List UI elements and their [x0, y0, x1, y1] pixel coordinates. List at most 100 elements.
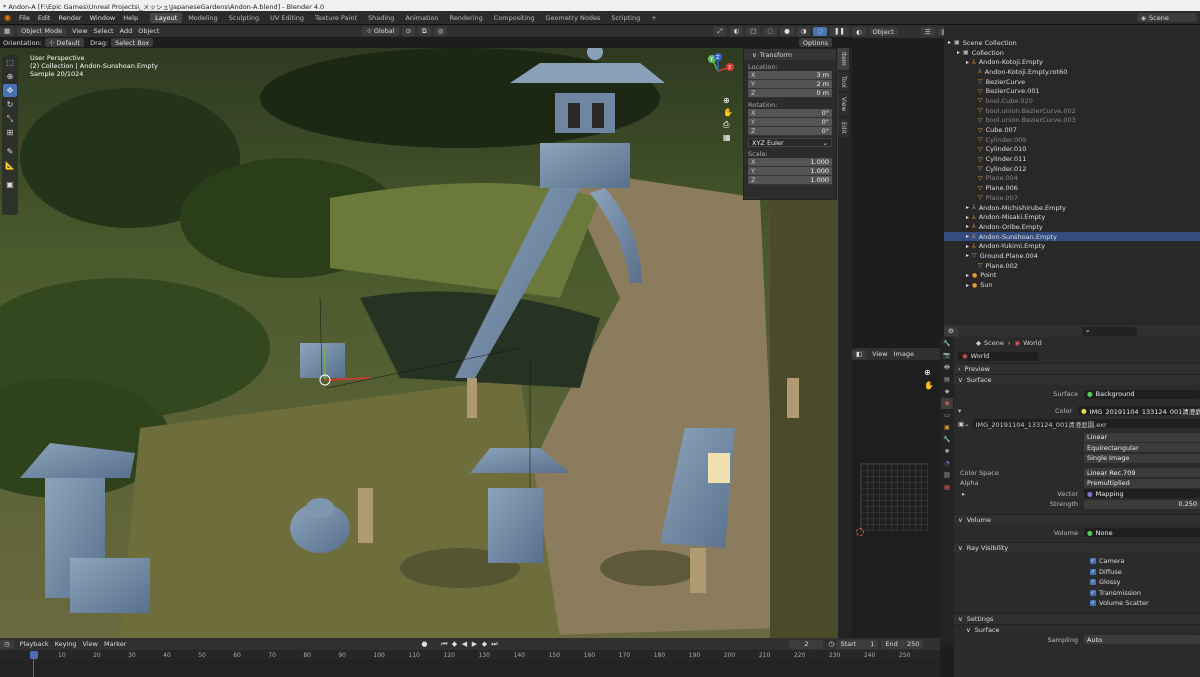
outliner-item[interactable]: ▽ Plane.007	[944, 193, 1200, 203]
expand-arrow-icon[interactable]: ▸	[966, 233, 969, 240]
surface-shader-selector[interactable]: ● Background	[1084, 389, 1200, 399]
diffuse-checkbox[interactable]: ✓ Diffuse	[954, 567, 1200, 578]
workspace-tab-rendering[interactable]: Rendering	[445, 13, 488, 23]
rotation-y-field[interactable]: Y 0°	[748, 118, 832, 127]
render-tab-icon[interactable]: 📷	[941, 350, 953, 361]
camera-view-icon[interactable]: ⎙	[723, 120, 733, 130]
outliner-item[interactable]: ▽ Plane.006	[944, 183, 1200, 193]
data-tab-icon[interactable]: ▦	[941, 482, 953, 493]
viewport-menu-view[interactable]: View	[72, 27, 87, 35]
timeline-menu-marker[interactable]: Marker	[104, 640, 126, 648]
interpolation-dropdown[interactable]: Linear	[1084, 432, 1200, 442]
pivot-button[interactable]: ⊙	[401, 26, 416, 36]
projection-dropdown[interactable]: Equirectangular	[1084, 443, 1200, 453]
object-tab-icon[interactable]: ▣	[941, 422, 953, 433]
hand-pan-icon[interactable]: ✋	[924, 381, 934, 390]
jump-end-icon[interactable]: ⏭	[490, 640, 498, 648]
editor-type-button[interactable]: ▦	[0, 26, 15, 36]
workspace-tab-scripting[interactable]: Scripting	[606, 13, 645, 23]
ray-visibility-panel-header[interactable]: ∨ Ray Visibility	[954, 542, 1200, 553]
tab-item[interactable]: Item	[838, 48, 849, 70]
preview-panel-header[interactable]: › Preview	[954, 363, 1200, 374]
workspace-tab-texture-paint[interactable]: Texture Paint	[310, 13, 362, 23]
timeline-menu-keying[interactable]: Keying	[55, 640, 77, 648]
add-workspace-button[interactable]: +	[646, 13, 661, 23]
workspace-tab-modeling[interactable]: Modeling	[183, 13, 223, 23]
overlay-toggle-button[interactable]: ◐	[729, 26, 744, 36]
scale-tool-icon[interactable]: ⤡	[3, 112, 17, 125]
snap-button[interactable]: ⧉	[418, 26, 431, 36]
location-z-field[interactable]: Z 0 m	[748, 89, 832, 98]
shading-material-button[interactable]: ◑	[796, 26, 811, 36]
workspace-tab-geometry-nodes[interactable]: Geometry Nodes	[541, 13, 606, 23]
outliner-item[interactable]: ▸ ⅄ Andon-Sunshoan.Empty	[944, 231, 1200, 242]
timeline-ruler[interactable]: 210 20 30 40 50 60 70 80 90 100 110 120 130 140 150 160…	[0, 650, 940, 660]
workspace-tab-uv-editing[interactable]: UV Editing	[265, 13, 309, 23]
workspace-tab-sculpting[interactable]: Sculpting	[224, 13, 264, 23]
scene-selector[interactable]: ◈ Scene	[1137, 13, 1197, 22]
workspace-tab-animation[interactable]: Animation	[400, 13, 443, 23]
location-x-field[interactable]: X 3 m	[748, 71, 832, 80]
outliner-item[interactable]: ▸ ● Point	[944, 271, 1200, 281]
uv-cursor-icon[interactable]	[856, 528, 864, 536]
workspace-tab-layout[interactable]: Layout	[150, 12, 183, 23]
rotate-tool-icon[interactable]: ↻	[3, 98, 17, 111]
expand-arrow-icon[interactable]: ▸	[957, 49, 960, 56]
volume-scatter-checkbox[interactable]: ✓ Volume Scatter	[954, 598, 1200, 609]
image-menu-image[interactable]: Image	[894, 350, 914, 358]
start-frame-field[interactable]: Start 1	[836, 639, 879, 649]
shading-object-selector[interactable]: Object	[868, 27, 898, 36]
expand-chevron-icon[interactable]: ▾	[958, 407, 961, 415]
particles-tab-icon[interactable]: ✺	[941, 446, 953, 457]
image-menu-view[interactable]: View	[872, 350, 887, 358]
constraints-tab-icon[interactable]: ⛓	[941, 470, 953, 481]
menu-edit[interactable]: Edit	[34, 14, 55, 22]
vector-input-selector[interactable]: ● Mapping	[1084, 489, 1200, 499]
collection-tab-icon[interactable]: ▭	[941, 410, 953, 421]
expand-chevron-icon[interactable]: ▸	[962, 490, 965, 498]
scene-tab-icon[interactable]: ◆	[941, 386, 953, 397]
zoom-icon[interactable]: ⊕	[723, 96, 733, 105]
image-datablock-selector[interactable]: IMG_20191104_133124_001清澄庭園.exr	[972, 419, 1200, 429]
timeline-editor-type-button[interactable]: ◷	[0, 639, 14, 649]
outliner-item[interactable]: ▸ ▣ Collection	[944, 48, 1200, 58]
xray-button[interactable]: ▢	[746, 26, 761, 36]
add-cube-tool-icon[interactable]: ▣	[3, 178, 17, 191]
properties-search-input[interactable]: ⌕	[1082, 326, 1137, 336]
expand-arrow-icon[interactable]: ▸	[966, 272, 969, 279]
select-tool-icon[interactable]: ⬚	[3, 56, 17, 69]
outliner-item[interactable]: ▸ ⅄ Andon-Kotoji.Empty	[944, 57, 1200, 67]
shading-solid-button[interactable]: ●	[780, 26, 794, 36]
glossy-checkbox[interactable]: ✓ Glossy	[954, 577, 1200, 588]
timeline-area[interactable]: 210 20 30 40 50 60 70 80 90 100 110 120 130 140 150 160…	[0, 650, 940, 677]
strength-field[interactable]: 0.250	[1084, 499, 1200, 509]
outliner-item[interactable]: ▽ bool.union.BezierCurve.003	[944, 116, 1200, 126]
volume-shader-selector[interactable]: ● None	[1084, 528, 1200, 538]
expand-arrow-icon[interactable]: ▸	[966, 252, 969, 259]
outliner-item[interactable]: ▽ bool.union.BezierCurve.002	[944, 106, 1200, 116]
outliner-item[interactable]: ▽ Cylinder.009	[944, 135, 1200, 145]
workspace-tab-compositing[interactable]: Compositing	[489, 13, 540, 23]
tab-edit[interactable]: Edit	[838, 117, 849, 138]
scale-y-field[interactable]: Y 1.000	[748, 167, 832, 176]
menu-render[interactable]: Render	[54, 14, 85, 22]
prev-keyframe-icon[interactable]: ◆	[450, 640, 458, 648]
rotation-mode-dropdown[interactable]: XYZ Euler ⌄	[748, 138, 832, 147]
move-tool-icon[interactable]: ✥	[3, 84, 17, 97]
jump-start-icon[interactable]: ⏮	[440, 640, 448, 648]
timeline-menu-playback[interactable]: Playback	[20, 640, 49, 648]
outliner-item[interactable]: ▽ BezierCurve.001	[944, 86, 1200, 96]
expand-arrow-icon[interactable]: ▸	[966, 59, 969, 66]
image-editor-type-button[interactable]: ◧	[852, 349, 867, 359]
rotation-x-field[interactable]: X 0°	[748, 109, 832, 118]
outliner-item[interactable]: ⅄ Andon-Kotoji.Empty.rot60	[944, 67, 1200, 77]
tab-tool[interactable]: Tool	[838, 71, 849, 92]
transform-panel-header[interactable]: ∨ Transform	[744, 49, 836, 60]
shading-wireframe-button[interactable]: ◌	[763, 26, 778, 36]
annotate-tool-icon[interactable]: ✎	[3, 145, 17, 158]
scale-z-field[interactable]: Z 1.000	[748, 176, 832, 185]
shading-rendered-button[interactable]: ○	[813, 26, 828, 36]
gizmo-toggle-button[interactable]: ⤢	[713, 26, 727, 36]
playhead[interactable]	[30, 651, 38, 659]
outliner-item[interactable]: ▸ ⅄ Andon-Oribe.Empty	[944, 222, 1200, 232]
